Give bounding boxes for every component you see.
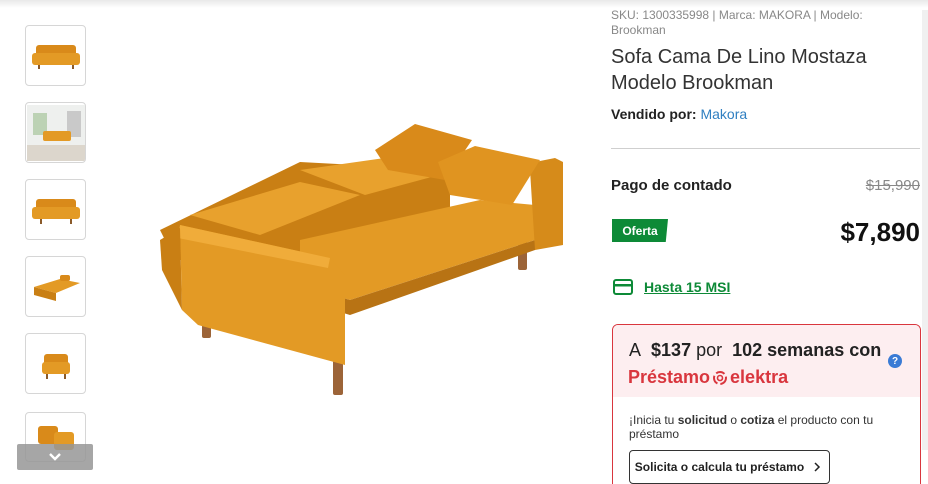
divider [611,148,920,149]
offer-badge: Oferta [612,219,668,242]
sku-line: SKU: 1300335998 | Marca: MAKORA | Modelo… [611,8,863,37]
seller-line: Vendido por: Makora [611,106,921,122]
sofa-angle-thumbnail-image [31,198,80,224]
loan-button-label: Solicita o calcula tu préstamo [634,460,805,474]
thumbnail-5[interactable] [25,333,86,394]
loan-header: A $137 por 102 semanas con ? Préstamo el… [613,325,920,397]
payment-label: Pago de contado [611,177,732,194]
thumbnail-3[interactable] [25,179,86,240]
thumbnail-4[interactable] [25,256,86,317]
loan-request-button[interactable]: Solicita o calcula tu préstamo [629,450,830,484]
help-icon[interactable]: ? [888,354,902,368]
product-title: Sofa Cama De Lino Mostaza Modelo Brookma… [611,46,867,94]
loan-text-bold: cotiza [740,413,775,427]
msi-link[interactable]: Hasta 15 MSI [644,279,730,295]
sofa-bed-thumbnail-image [33,274,80,301]
loan-weeks: 102 semanas con [732,340,882,360]
sofa-thumbnail-image [31,44,80,69]
thumbnail-scroll-down-button[interactable] [17,444,93,470]
old-price: $15,990 [865,177,920,194]
seller-link[interactable]: Makora [700,106,747,122]
credit-card-icon [613,279,633,295]
brand-right: elektra [730,367,789,387]
sofa-leg [333,360,343,395]
thumbnail-2[interactable] [25,102,86,163]
loan-box: A $137 por 102 semanas con ? Préstamo el… [612,324,921,484]
elektra-swirl-icon [713,370,728,385]
loan-text-bold: solicitud [677,413,728,427]
loan-text-part: ¡Inicia tu [629,413,678,427]
loan-per: por [696,340,723,360]
prestamo-elektra-logo: Préstamo elektra [628,367,788,388]
sofa-arm-side [160,228,182,310]
chevron-right-icon [814,462,821,472]
seller-label: Vendido por: [611,106,697,122]
loan-amount: $137 [651,340,692,360]
msi-row[interactable]: Hasta 15 MSI [613,279,730,295]
current-price: $7,890 [840,217,920,247]
loan-text-part: o [727,413,741,427]
product-info: SKU: 1300335998 | Marca: MAKORA | Modelo… [611,8,921,122]
top-shadow [0,0,928,8]
loan-summary: A $137 por 102 semanas con [629,340,881,361]
brand-left: Préstamo [628,367,711,387]
loan-prefix: A [629,340,642,360]
room-thumbnail-image [26,104,85,161]
page-scrollbar[interactable] [922,10,928,450]
loan-description: ¡Inicia tu solicitud o cotiza el product… [629,413,909,441]
chevron-down-icon [49,453,61,461]
thumbnail-1[interactable] [25,25,86,86]
product-main-image [160,124,563,395]
sofa-side-thumbnail-image [41,353,70,379]
